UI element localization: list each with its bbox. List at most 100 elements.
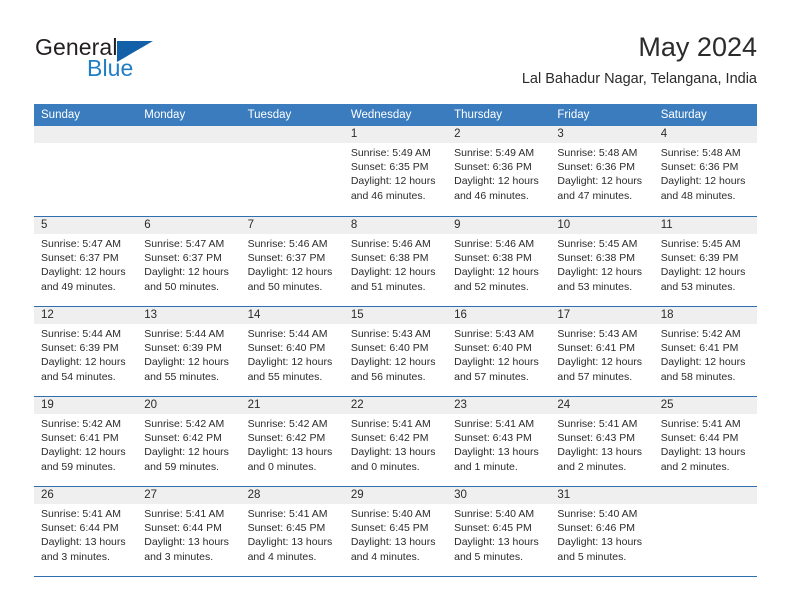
sunset-time: Sunset: 6:43 PM xyxy=(454,432,532,445)
calendar-day-cell-empty xyxy=(240,126,344,216)
daylight-duration-line2: and 58 minutes. xyxy=(660,370,736,383)
calendar-day-cell[interactable]: 10 Sunrise: 5:45 AM Sunset: 6:38 PM Dayligh… xyxy=(550,217,654,306)
day-sun-info: Sunrise: 5:49 AM Sunset: 6:36 PM Daylight:… xyxy=(447,143,550,203)
daylight-duration-line2: and 52 minutes. xyxy=(454,280,529,293)
daylight-duration-line1: Daylight: 12 hours xyxy=(41,356,126,369)
daylight-duration-line2: and 57 minutes. xyxy=(454,370,529,383)
daylight-duration-line2: and 0 minutes. xyxy=(247,460,317,473)
day-number xyxy=(653,487,757,504)
calendar-day-cell[interactable]: 8 Sunrise: 5:46 AM Sunset: 6:38 PM Daylight… xyxy=(343,217,448,306)
daylight-duration-line1: Daylight: 12 hours xyxy=(454,175,539,188)
daylight-duration-line1: Daylight: 12 hours xyxy=(660,266,746,279)
calendar-day-cell[interactable]: 6 Sunrise: 5:47 AM Sunset: 6:37 PM Daylight… xyxy=(137,217,241,306)
general-blue-logo[interactable]: General Blue xyxy=(35,36,235,86)
sunset-time: Sunset: 6:46 PM xyxy=(557,522,636,535)
daylight-duration-line1: Daylight: 12 hours xyxy=(144,446,229,459)
sunset-time: Sunset: 6:39 PM xyxy=(41,342,119,355)
sunset-time: Sunset: 6:41 PM xyxy=(557,342,636,355)
calendar-day-cell[interactable]: 15 Sunrise: 5:43 AM Sunset: 6:40 PM Dayligh… xyxy=(343,307,448,396)
calendar-day-cell[interactable]: 14 Sunrise: 5:44 AM Sunset: 6:40 PM Dayligh… xyxy=(240,307,344,396)
calendar-day-cell[interactable]: 18 Sunrise: 5:42 AM Sunset: 6:41 PM Dayligh… xyxy=(653,307,757,396)
calendar-day-cell[interactable]: 9 Sunrise: 5:46 AM Sunset: 6:38 PM Daylight… xyxy=(447,217,551,306)
day-sun-info: Sunrise: 5:43 AM Sunset: 6:40 PM Daylight:… xyxy=(447,324,550,384)
daylight-duration-line1: Daylight: 12 hours xyxy=(144,266,229,279)
calendar-day-cell[interactable]: 1 Sunrise: 5:49 AM Sunset: 6:35 PM Daylight… xyxy=(343,126,448,216)
sunrise-time: Sunrise: 5:46 AM xyxy=(454,238,535,250)
sunset-time: Sunset: 6:42 PM xyxy=(350,432,429,445)
calendar-day-cell[interactable]: 16 Sunrise: 5:43 AM Sunset: 6:40 PM Dayligh… xyxy=(447,307,551,396)
sunset-time: Sunset: 6:41 PM xyxy=(660,342,739,355)
daylight-duration-line2: and 2 minutes. xyxy=(660,460,730,473)
day-sun-info: Sunrise: 5:46 AM Sunset: 6:38 PM Daylight:… xyxy=(447,234,550,294)
calendar-day-cell[interactable]: 23 Sunrise: 5:41 AM Sunset: 6:43 PM Dayligh… xyxy=(447,397,551,486)
calendar-day-cell[interactable]: 26 Sunrise: 5:41 AM Sunset: 6:44 PM Dayligh… xyxy=(34,487,138,576)
day-sun-info: Sunrise: 5:44 AM Sunset: 6:39 PM Daylight:… xyxy=(137,324,240,384)
sunrise-time: Sunrise: 5:47 AM xyxy=(144,238,225,250)
sunset-time: Sunset: 6:39 PM xyxy=(660,252,739,265)
sunrise-time: Sunrise: 5:41 AM xyxy=(350,418,431,430)
day-sun-info: Sunrise: 5:42 AM Sunset: 6:41 PM Daylight:… xyxy=(654,324,757,384)
calendar-day-cell[interactable]: 11 Sunrise: 5:45 AM Sunset: 6:39 PM Dayligh… xyxy=(653,217,757,306)
sunrise-time: Sunrise: 5:46 AM xyxy=(247,238,328,250)
calendar-day-cell[interactable]: 22 Sunrise: 5:41 AM Sunset: 6:42 PM Dayligh… xyxy=(343,397,448,486)
sunrise-time: Sunrise: 5:42 AM xyxy=(247,418,328,430)
day-number: 11 xyxy=(653,217,757,234)
daylight-duration-line2: and 3 minutes. xyxy=(144,550,214,563)
sunrise-time: Sunrise: 5:42 AM xyxy=(144,418,225,430)
sunset-time: Sunset: 6:42 PM xyxy=(144,432,222,445)
daylight-duration-line2: and 53 minutes. xyxy=(557,280,633,293)
sunset-time: Sunset: 6:41 PM xyxy=(41,432,119,445)
calendar-day-cell[interactable]: 29 Sunrise: 5:40 AM Sunset: 6:45 PM Dayligh… xyxy=(343,487,448,576)
daylight-duration-line2: and 4 minutes. xyxy=(350,550,420,563)
daylight-duration-line2: and 55 minutes. xyxy=(247,370,323,383)
calendar-day-cell[interactable]: 27 Sunrise: 5:41 AM Sunset: 6:44 PM Dayligh… xyxy=(137,487,241,576)
day-number: 24 xyxy=(550,397,654,414)
sunrise-time: Sunrise: 5:43 AM xyxy=(557,328,638,340)
day-sun-info: Sunrise: 5:48 AM Sunset: 6:36 PM Daylight:… xyxy=(654,143,757,203)
daylight-duration-line2: and 50 minutes. xyxy=(144,280,219,293)
calendar-day-cell[interactable]: 19 Sunrise: 5:42 AM Sunset: 6:41 PM Dayligh… xyxy=(34,397,138,486)
calendar-day-cell[interactable]: 2 Sunrise: 5:49 AM Sunset: 6:36 PM Daylight… xyxy=(447,126,551,216)
calendar-day-cell[interactable]: 3 Sunrise: 5:48 AM Sunset: 6:36 PM Daylight… xyxy=(550,126,654,216)
calendar-day-cell[interactable]: 7 Sunrise: 5:46 AM Sunset: 6:37 PM Daylight… xyxy=(240,217,344,306)
sunrise-time: Sunrise: 5:42 AM xyxy=(660,328,741,340)
day-number: 18 xyxy=(653,307,757,324)
calendar-day-cell[interactable]: 4 Sunrise: 5:48 AM Sunset: 6:36 PM Daylight… xyxy=(653,126,757,216)
daylight-duration-line1: Daylight: 13 hours xyxy=(41,536,126,549)
calendar-day-cell[interactable]: 31 Sunrise: 5:40 AM Sunset: 6:46 PM Dayligh… xyxy=(550,487,654,576)
calendar-day-cell[interactable]: 20 Sunrise: 5:42 AM Sunset: 6:42 PM Dayligh… xyxy=(137,397,241,486)
daylight-duration-line2: and 46 minutes. xyxy=(350,189,426,202)
calendar-day-cell[interactable]: 17 Sunrise: 5:43 AM Sunset: 6:41 PM Dayligh… xyxy=(550,307,654,396)
calendar-day-cell[interactable]: 5 Sunrise: 5:47 AM Sunset: 6:37 PM Daylight… xyxy=(34,217,138,306)
day-number: 8 xyxy=(343,217,448,234)
sunset-time: Sunset: 6:36 PM xyxy=(557,161,636,174)
sunrise-time: Sunrise: 5:48 AM xyxy=(557,147,638,159)
weekday-header-sunday: Sunday xyxy=(41,109,81,121)
sunrise-time: Sunrise: 5:41 AM xyxy=(557,418,638,430)
day-number: 27 xyxy=(137,487,241,504)
calendar-day-cell[interactable]: 30 Sunrise: 5:40 AM Sunset: 6:45 PM Dayligh… xyxy=(447,487,551,576)
daylight-duration-line1: Daylight: 13 hours xyxy=(247,536,333,549)
calendar-day-cell[interactable]: 28 Sunrise: 5:41 AM Sunset: 6:45 PM Dayligh… xyxy=(240,487,344,576)
weekday-header-monday: Monday xyxy=(144,109,186,121)
calendar-day-cell[interactable]: 21 Sunrise: 5:42 AM Sunset: 6:42 PM Dayligh… xyxy=(240,397,344,486)
day-number: 16 xyxy=(447,307,551,324)
day-number: 30 xyxy=(447,487,551,504)
calendar-day-cell[interactable]: 25 Sunrise: 5:41 AM Sunset: 6:44 PM Dayligh… xyxy=(653,397,757,486)
daylight-duration-line1: Daylight: 13 hours xyxy=(247,446,333,459)
logo-text-blue: Blue xyxy=(87,55,134,81)
sunrise-time: Sunrise: 5:44 AM xyxy=(144,328,225,340)
day-number xyxy=(137,126,241,143)
calendar-day-cell[interactable]: 12 Sunrise: 5:44 AM Sunset: 6:39 PM Dayligh… xyxy=(34,307,138,396)
daylight-duration-line1: Daylight: 13 hours xyxy=(350,536,436,549)
calendar-day-cell[interactable]: 13 Sunrise: 5:44 AM Sunset: 6:39 PM Dayligh… xyxy=(137,307,241,396)
daylight-duration-line2: and 51 minutes. xyxy=(350,280,426,293)
sunset-time: Sunset: 6:37 PM xyxy=(247,252,326,265)
weekday-header-row: Sunday Monday Tuesday Wednesday Thursday… xyxy=(34,104,757,126)
calendar-day-cell[interactable]: 24 Sunrise: 5:41 AM Sunset: 6:43 PM Dayligh… xyxy=(550,397,654,486)
day-number: 20 xyxy=(137,397,241,414)
sunrise-time: Sunrise: 5:40 AM xyxy=(557,508,638,520)
day-sun-info: Sunrise: 5:49 AM Sunset: 6:35 PM Daylight:… xyxy=(344,143,447,203)
sunrise-time: Sunrise: 5:48 AM xyxy=(660,147,741,159)
sunrise-time: Sunrise: 5:43 AM xyxy=(350,328,431,340)
